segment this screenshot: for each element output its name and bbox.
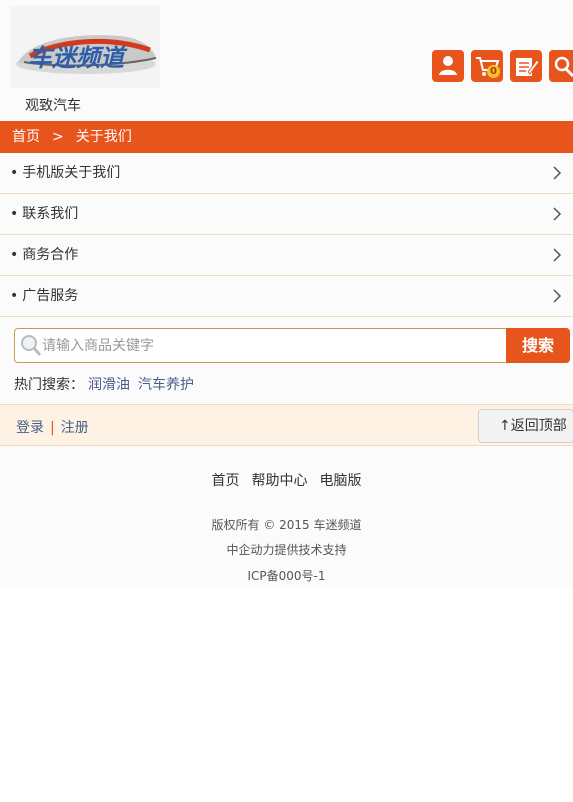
breadcrumb-home[interactable]: 首页 bbox=[12, 129, 40, 145]
bullet: • bbox=[10, 165, 19, 181]
bullet: • bbox=[10, 247, 19, 263]
footer-link-help[interactable]: 帮助中心 bbox=[252, 473, 308, 489]
account-separator: | bbox=[50, 420, 55, 436]
menu-item-label: 广告服务 bbox=[22, 288, 79, 304]
car-logo-icon: 车迷频道 bbox=[16, 35, 157, 74]
back-to-top-button[interactable]: ↑返回顶部 bbox=[478, 409, 573, 443]
edit-icon bbox=[516, 58, 540, 76]
search-submit-button[interactable]: 搜索 bbox=[506, 328, 570, 363]
account-bar: 登录 | 注册 ↑返回顶部 bbox=[0, 404, 573, 446]
hot-search-term[interactable]: 润滑油 bbox=[88, 377, 130, 393]
chevron-right-icon bbox=[553, 207, 562, 221]
footer-nav: 首页 帮助中心 电脑版 bbox=[0, 470, 573, 490]
menu-item-label: 商务合作 bbox=[22, 247, 79, 263]
chevron-right-icon bbox=[553, 248, 562, 262]
page: 车迷频道 0 观致汽车 首页 > 关于我们 • 手机版关于我们 • 联系我们 •… bbox=[0, 0, 573, 802]
logo-text: 车迷频道 bbox=[28, 44, 128, 72]
search-input[interactable] bbox=[42, 335, 502, 357]
chevron-right-icon bbox=[553, 166, 562, 180]
menu-item-label: 手机版关于我们 bbox=[22, 165, 121, 181]
bullet: • bbox=[10, 288, 19, 304]
account-links: 登录 | 注册 bbox=[16, 417, 89, 437]
cart-count-badge: 0 bbox=[487, 65, 500, 78]
hot-search-label: 热门搜索： bbox=[14, 377, 84, 393]
about-menu: • 手机版关于我们 • 联系我们 • 商务合作 • 广告服务 bbox=[0, 153, 573, 317]
icp-text: ICP备000号-1 bbox=[247, 569, 326, 583]
breadcrumb-separator: > bbox=[52, 129, 64, 145]
menu-item-label: 联系我们 bbox=[22, 206, 79, 222]
menu-item-advertising[interactable]: • 广告服务 bbox=[0, 276, 573, 317]
user-icon bbox=[439, 56, 457, 75]
search-box: 搜索 bbox=[14, 328, 570, 363]
bullet: • bbox=[10, 206, 19, 222]
magnifier-icon bbox=[21, 335, 41, 356]
breadcrumb: 首页 > 关于我们 bbox=[0, 121, 573, 153]
site-name: 观致汽车 bbox=[25, 98, 81, 114]
site-logo[interactable]: 车迷频道 bbox=[10, 6, 160, 88]
chevron-right-icon bbox=[553, 289, 562, 303]
menu-item-contact[interactable]: • 联系我们 bbox=[0, 194, 573, 235]
search-icon bbox=[554, 56, 573, 78]
menu-item-business[interactable]: • 商务合作 bbox=[0, 235, 573, 276]
user-button[interactable] bbox=[432, 50, 464, 82]
edit-button[interactable] bbox=[510, 50, 542, 82]
login-link[interactable]: 登录 bbox=[16, 420, 44, 436]
breadcrumb-current: 关于我们 bbox=[75, 129, 132, 145]
cart-button[interactable]: 0 bbox=[471, 50, 503, 82]
footer-link-desktop[interactable]: 电脑版 bbox=[320, 473, 362, 489]
register-link[interactable]: 注册 bbox=[61, 420, 89, 436]
search-button[interactable] bbox=[549, 50, 573, 82]
copyright-text: 版权所有 © 2015 车迷频道 bbox=[211, 518, 362, 532]
tech-support-text: 中企动力提供技术支持 bbox=[226, 543, 347, 557]
footer-link-home[interactable]: 首页 bbox=[212, 473, 240, 489]
hot-search: 热门搜索： 润滑油 汽车养护 bbox=[14, 374, 194, 394]
hot-search-term[interactable]: 汽车养护 bbox=[138, 377, 194, 393]
menu-item-mobile-about[interactable]: • 手机版关于我们 bbox=[0, 153, 573, 194]
